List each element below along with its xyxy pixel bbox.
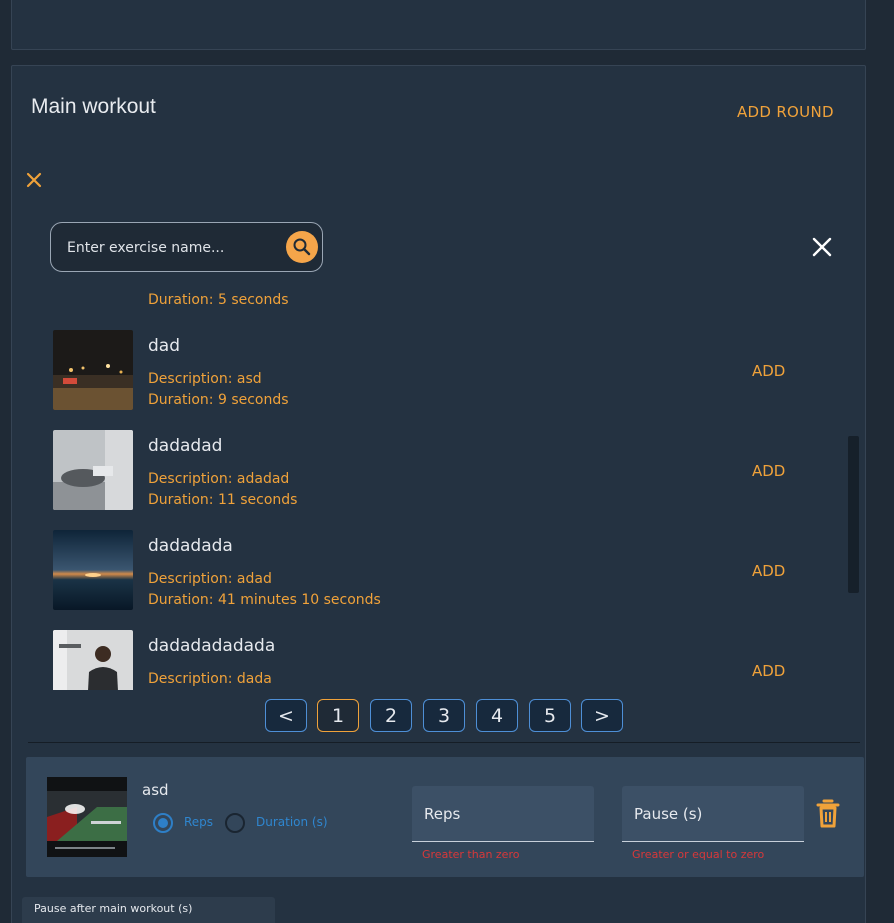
exercise-thumbnail [53, 430, 133, 510]
exercise-thumbnail [53, 330, 133, 410]
pause-field[interactable]: Pause (s) [622, 786, 804, 842]
exercise-name: dadadada [148, 536, 233, 556]
round-exercise-name: asd [142, 781, 169, 799]
previous-section-panel [11, 0, 866, 50]
exercise-search [50, 222, 323, 272]
list-item: dad Description: asd Duration: 9 seconds… [28, 330, 848, 430]
reps-field-label: Reps [424, 805, 461, 823]
exercise-thumbnail [53, 630, 133, 690]
pagination-prev[interactable]: < [265, 699, 307, 732]
pause-error: Greater or equal to zero [632, 848, 765, 861]
pause-after-label: Pause after main workout (s) [34, 902, 193, 915]
section-title: Main workout [31, 95, 156, 118]
pagination-next[interactable]: > [581, 699, 623, 732]
mode-reps-label: Reps [184, 815, 214, 829]
add-exercise-button[interactable]: ADD [752, 562, 785, 580]
pagination-page-2[interactable]: 2 [370, 699, 412, 732]
round-exercise-thumbnail [47, 777, 127, 857]
list-item: dadadada Description: adad Duration: 41 … [28, 530, 848, 630]
divider [28, 742, 860, 743]
mode-reps-radio[interactable] [153, 813, 173, 833]
partial-item-duration: Duration: 5 seconds [148, 292, 289, 308]
exercise-description: Description: adad [148, 571, 272, 587]
pause-field-label: Pause (s) [634, 805, 703, 823]
pagination-page-3[interactable]: 3 [423, 699, 465, 732]
exercise-description: Description: adadad [148, 471, 290, 487]
mode-duration-label: Duration (s) [256, 815, 328, 829]
reps-field[interactable]: Reps [412, 786, 594, 842]
close-search-icon[interactable] [812, 237, 832, 257]
list-scrollbar[interactable] [848, 436, 859, 593]
exercise-duration: Duration: 41 minutes 10 seconds [148, 592, 381, 608]
delete-icon[interactable] [816, 799, 840, 829]
exercise-name: dadadad [148, 436, 223, 456]
close-icon[interactable] [24, 170, 44, 190]
add-exercise-button[interactable]: ADD [752, 362, 785, 380]
mode-duration-radio[interactable] [225, 813, 245, 833]
add-exercise-button[interactable]: ADD [752, 462, 785, 480]
exercise-duration: Duration: 9 seconds [148, 392, 289, 408]
pagination-page-5[interactable]: 5 [529, 699, 571, 732]
search-input[interactable] [67, 237, 277, 259]
exercise-description: Description: dada [148, 671, 272, 687]
reps-error: Greater than zero [422, 848, 520, 861]
exercise-duration: Duration: 11 seconds [148, 492, 298, 508]
list-item: dadadad Description: adadad Duration: 11… [28, 430, 848, 530]
exercise-thumbnail [53, 530, 133, 610]
exercise-name: dadadadadada [148, 636, 276, 656]
exercise-description: Description: asd [148, 371, 262, 387]
add-exercise-button[interactable]: ADD [752, 662, 785, 680]
pagination-page-4[interactable]: 4 [476, 699, 518, 732]
add-round-button[interactable]: ADD ROUND [737, 103, 834, 121]
search-button[interactable] [286, 231, 318, 263]
search-icon [293, 238, 311, 256]
exercise-name: dad [148, 336, 180, 356]
list-item: dadadadadada Description: dada ADD [28, 630, 848, 690]
pagination-page-1[interactable]: 1 [317, 699, 359, 732]
exercise-list: Duration: 5 seconds dad Description: asd… [28, 280, 860, 690]
